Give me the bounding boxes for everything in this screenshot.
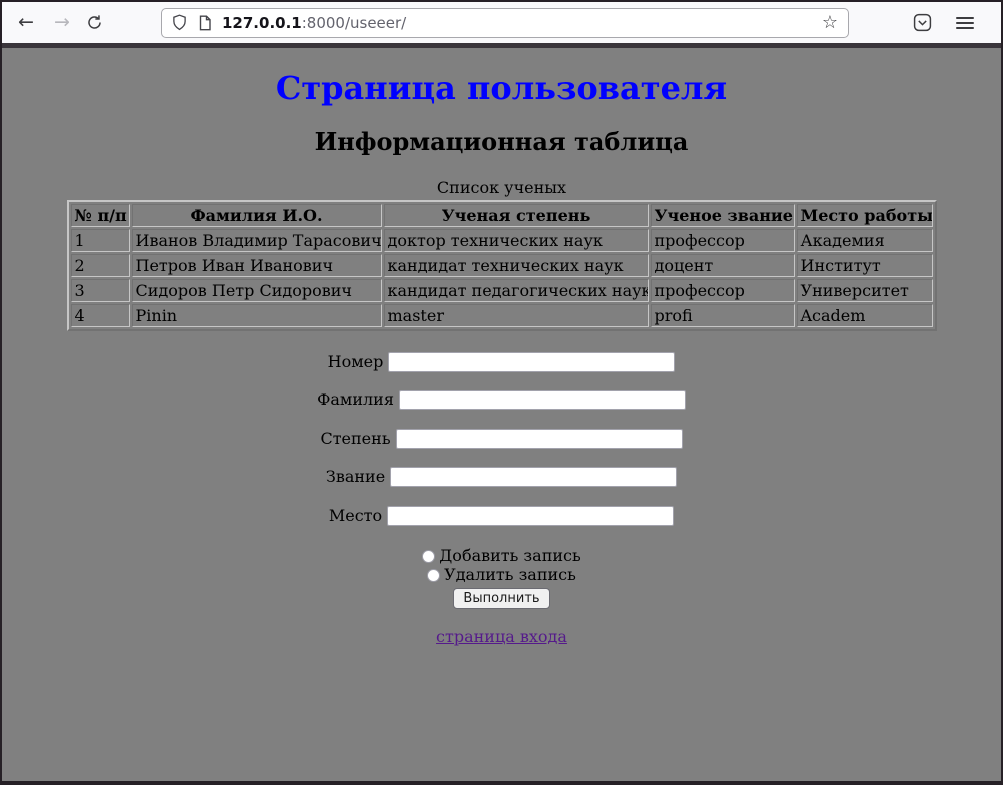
cell-degree: кандидат технических наук [384,254,649,277]
cell-name: Сидоров Петр Сидорович [132,279,382,302]
col-header-name: Фамилия И.О. [132,204,382,227]
cell-number: 4 [71,304,130,327]
number-label: Номер [328,352,384,371]
forward-icon: → [50,13,74,32]
table-row: 1 Иванов Владимир Тарасович доктор техни… [71,229,933,252]
number-input[interactable] [388,352,675,372]
add-record-label: Добавить запись [439,546,580,565]
col-header-degree: Ученая степень [384,204,649,227]
radio-row-delete: Удалить запись [2,565,1001,584]
url-host: 127.0.0.1 [222,14,302,32]
page-title: Страница пользователя [2,69,1001,107]
url-bar[interactable]: 127.0.0.1:8000/useeer/ ☆ [161,8,849,38]
table-row: 4 Pinin master profi Academ [71,304,933,327]
table-row: 2 Петров Иван Иванович кандидат техничес… [71,254,933,277]
page-subtitle: Информационная таблица [2,127,1001,156]
action-radio-group: Добавить запись Удалить запись [2,546,1001,584]
radio-row-add: Добавить запись [2,546,1001,565]
form-row-degree: Степень [2,428,1001,449]
cell-number: 1 [71,229,130,252]
table-row: 3 Сидоров Петр Сидорович кандидат педаго… [71,279,933,302]
rank-input[interactable] [390,467,677,487]
link-row: страница входа [2,627,1001,646]
cell-number: 2 [71,254,130,277]
col-header-rank: Ученое звание [651,204,795,227]
form-row-rank: Звание [2,467,1001,488]
hamburger-menu-icon[interactable] [956,17,974,29]
place-input[interactable] [387,506,674,526]
cell-workplace: Институт [797,254,933,277]
page-content: Страница пользователя Информационная таб… [2,48,1001,781]
surname-input[interactable] [399,390,686,410]
reload-icon[interactable] [86,14,103,31]
table-caption: Список ученых [67,178,937,200]
back-icon[interactable]: ← [14,13,38,32]
form-row-number: Номер [2,351,1001,372]
shield-icon[interactable] [172,14,187,31]
table-header-row: № п/п Фамилия И.О. Ученая степень Ученое… [71,204,933,227]
exec-row: Выполнить [2,587,1001,609]
form-row-place: Место [2,505,1001,526]
cell-workplace: Academ [797,304,933,327]
cell-rank: profi [651,304,795,327]
cell-rank: доцент [651,254,795,277]
cell-workplace: Академия [797,229,933,252]
url-path: :8000/useeer/ [302,14,407,32]
record-form: Номер Фамилия Степень Звание Место Добав… [2,351,1001,609]
cell-workplace: Университет [797,279,933,302]
page-icon[interactable] [198,15,212,31]
browser-toolbar: ← → 127.0.0.1:8000/useeer/ ☆ [2,2,1001,43]
cell-rank: профессор [651,229,795,252]
browser-window: ← → 127.0.0.1:8000/useeer/ ☆ [0,0,1003,785]
cell-number: 3 [71,279,130,302]
rank-label: Звание [326,467,385,486]
form-row-surname: Фамилия [2,390,1001,411]
place-label: Место [329,506,382,525]
scientists-table: Список ученых № п/п Фамилия И.О. Ученая … [67,178,937,331]
add-record-radio[interactable] [422,550,435,563]
delete-record-radio[interactable] [427,569,440,582]
cell-degree: доктор технических наук [384,229,649,252]
window-bottom-edge [2,781,1001,785]
surname-label: Фамилия [317,390,394,409]
cell-name: Петров Иван Иванович [132,254,382,277]
url-text: 127.0.0.1:8000/useeer/ [222,14,406,32]
degree-input[interactable] [396,429,683,449]
cell-degree: master [384,304,649,327]
col-header-number: № п/п [71,204,130,227]
cell-rank: профессор [651,279,795,302]
execute-button[interactable]: Выполнить [453,588,549,609]
pocket-icon[interactable] [913,13,932,32]
cell-name: Pinin [132,304,382,327]
bookmark-star-icon[interactable]: ☆ [822,14,838,32]
cell-name: Иванов Владимир Тарасович [132,229,382,252]
delete-record-label: Удалить запись [444,565,576,584]
login-page-link[interactable]: страница входа [436,627,567,646]
col-header-workplace: Место работы [797,204,933,227]
degree-label: Степень [320,429,390,448]
cell-degree: кандидат педагогических наук [384,279,649,302]
